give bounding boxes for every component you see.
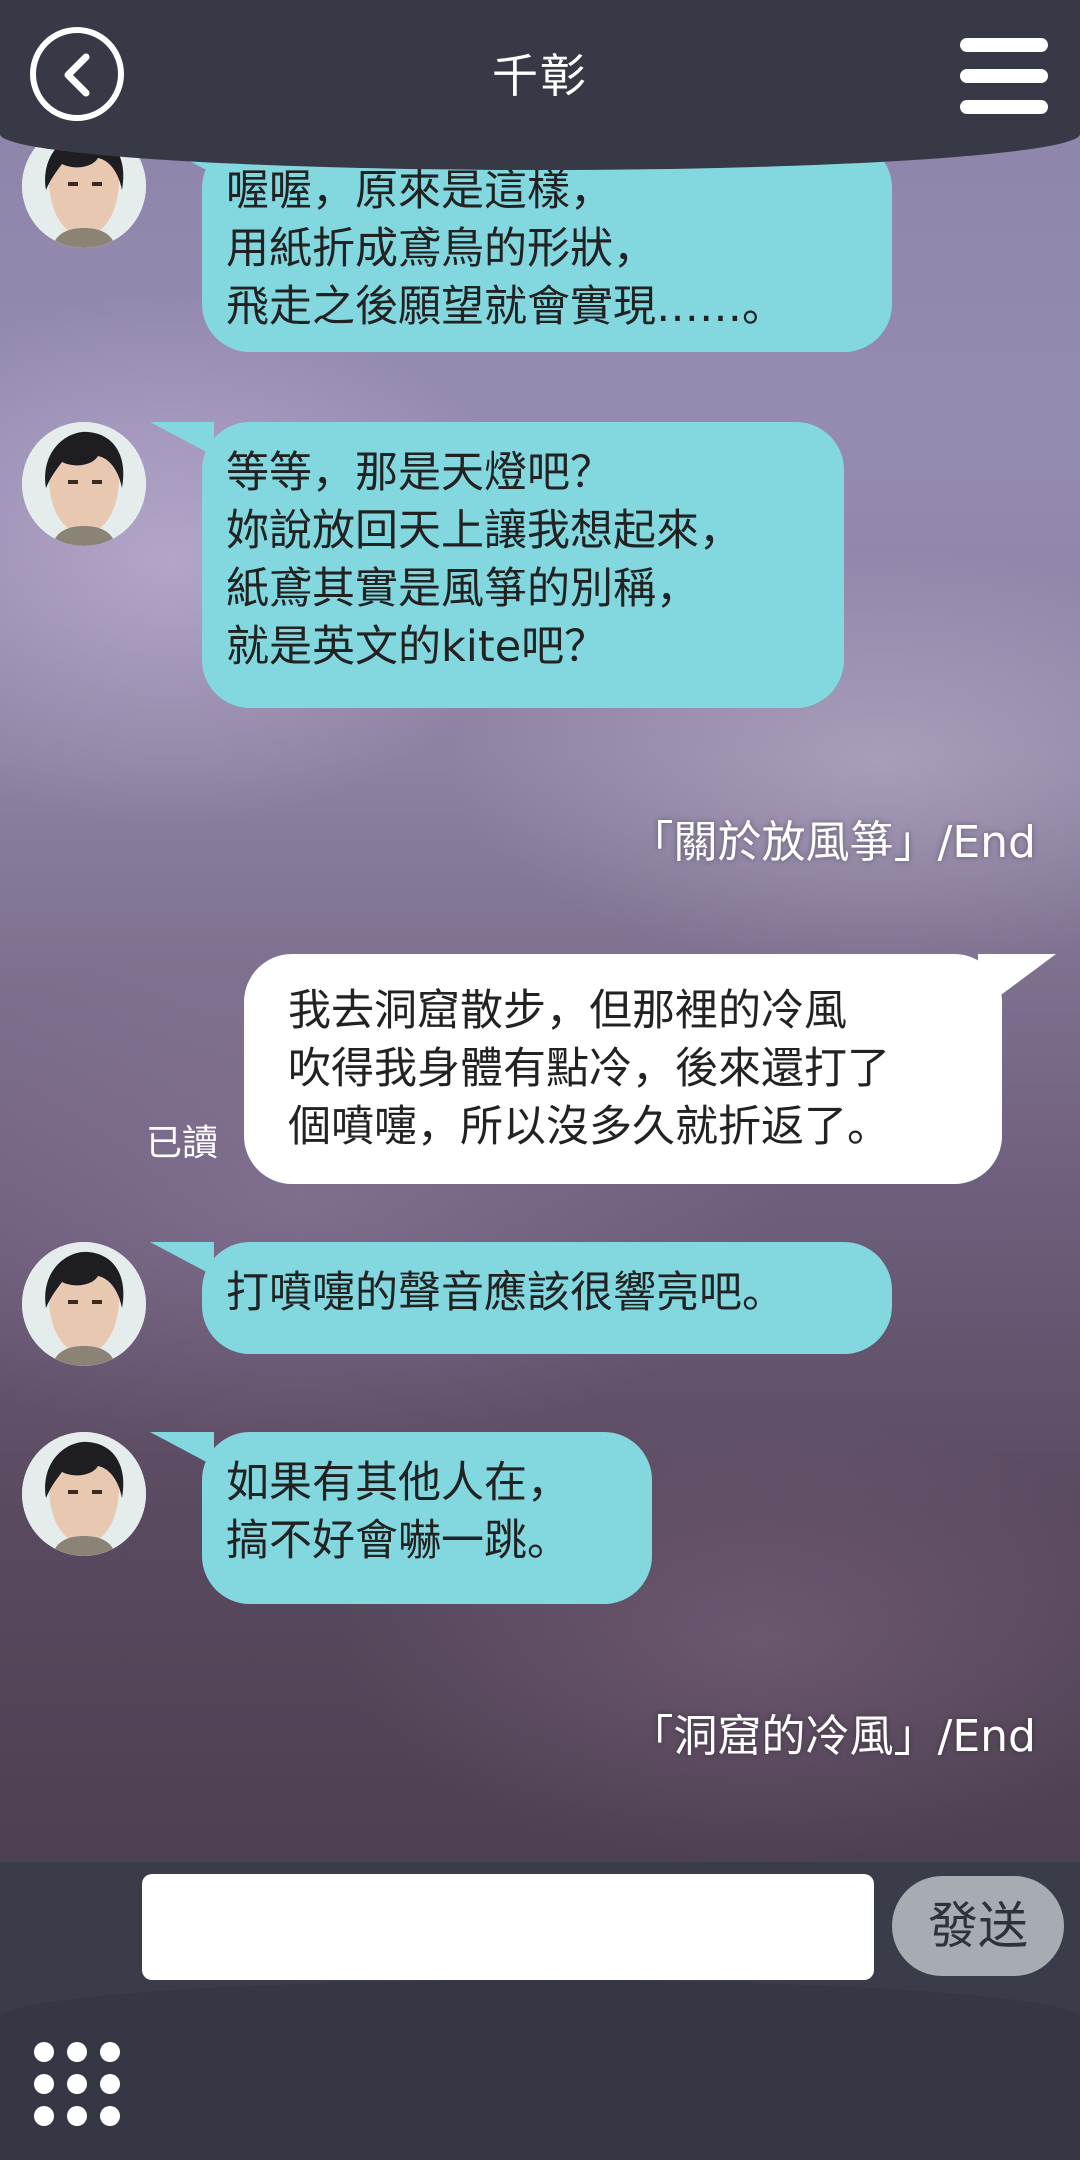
story-end-label: 「洞窟的冷風」/End: [629, 1711, 1036, 1762]
bottom-toolbar: [0, 1980, 1080, 2160]
menu-button[interactable]: [960, 38, 1048, 114]
avatar[interactable]: [22, 1242, 146, 1366]
message-bubble: 等等，那是天燈吧？ 妳說放回天上讓我想起來， 紙鳶其實是風箏的別稱， 就是英文的…: [150, 422, 844, 708]
avatar-portrait-icon: [22, 1432, 146, 1556]
message-bubble: 喔喔，原來是這樣， 用紙折成鳶鳥的形狀， 飛走之後願望就會實現……。: [150, 140, 892, 352]
header-bar: 千彰: [0, 0, 1080, 170]
avatar-portrait-icon: [22, 422, 146, 546]
message-input[interactable]: [142, 1874, 874, 1980]
hamburger-menu-icon: [960, 38, 1048, 52]
grid-dots-icon[interactable]: [32, 2040, 122, 2126]
story-end-label: 「關於放風箏」/End: [629, 817, 1036, 868]
avatar-portrait-icon: [22, 1242, 146, 1366]
message-bubble-user: 我去洞窟散步，但那裡的冷風 吹得我身體有點冷，後來還打了 個噴嚏，所以沒多久就折…: [244, 954, 1056, 1184]
message-bubble: 打噴嚏的聲音應該很響亮吧。: [150, 1242, 892, 1354]
send-button[interactable]: 發送: [892, 1876, 1064, 1976]
chat-screen: 千彰 喔喔，原來是這樣， 用紙折成鳶鳥的形狀， 飛走之後願望就會實現……。 等等…: [0, 0, 1080, 2160]
read-status: 已讀: [146, 1123, 219, 1164]
message-bubble: 如果有其他人在， 搞不好會嚇一跳。: [150, 1432, 652, 1604]
avatar[interactable]: [22, 422, 146, 546]
avatar[interactable]: [22, 1432, 146, 1556]
chat-title: 千彰: [492, 49, 588, 103]
